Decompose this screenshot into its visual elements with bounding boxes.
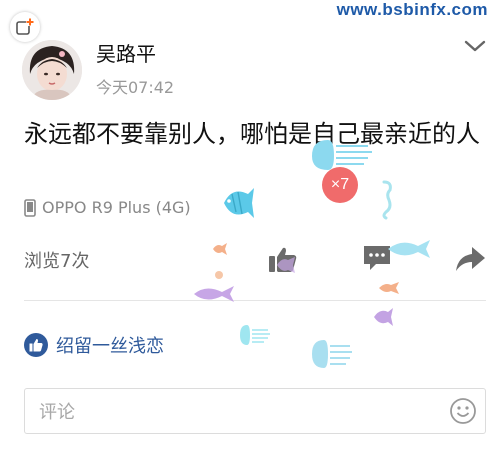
jellyfish-icon xyxy=(312,140,372,170)
post-content: 永远都不要靠别人，哪怕是自己最亲近的人 xyxy=(24,120,480,148)
view-count: 浏览7次 xyxy=(24,251,90,272)
fish-icon xyxy=(277,257,295,273)
divider xyxy=(24,300,486,301)
avatar[interactable] xyxy=(22,40,82,100)
emoji-button[interactable] xyxy=(449,397,477,429)
chevron-down-icon xyxy=(464,40,486,52)
liked-by-names[interactable]: 绍留一丝浅恋 xyxy=(56,332,164,358)
fish-icon xyxy=(224,188,254,218)
phone-icon xyxy=(24,198,36,217)
share-arrow-icon xyxy=(456,247,485,271)
fish-icon xyxy=(388,240,430,258)
watermark-text: www.bsbinfx.com xyxy=(336,0,488,19)
post-detail-page: www.bsbinfx.com 吴路平 今天07:42 永远都不要靠别人，哪怕是… xyxy=(0,0,500,455)
device-name: OPPO R9 Plus (4G) xyxy=(42,198,191,217)
fish-icon xyxy=(379,282,399,294)
fish-icon xyxy=(374,308,393,326)
seahorse-icon xyxy=(382,180,392,220)
bubble-icon xyxy=(215,271,223,279)
more-options-button[interactable] xyxy=(464,38,486,57)
jellyfish-icon xyxy=(312,340,352,368)
comment-field[interactable] xyxy=(24,388,486,435)
post-timestamp: 今天07:42 xyxy=(96,78,175,97)
username[interactable]: 吴路平 xyxy=(96,38,156,67)
comment-input[interactable] xyxy=(25,389,441,435)
smiley-icon xyxy=(450,398,476,424)
jellyfish-icon xyxy=(240,325,270,345)
share-button[interactable] xyxy=(454,245,486,277)
like-badge-icon xyxy=(24,333,48,357)
like-summary[interactable]: 绍留一丝浅恋 xyxy=(24,332,164,358)
add-button[interactable] xyxy=(10,12,40,42)
fish-icon xyxy=(194,286,234,302)
avatar-image xyxy=(22,40,82,100)
device-info: OPPO R9 Plus (4G) xyxy=(24,198,191,217)
fish-icon xyxy=(213,243,227,255)
add-plus-icon xyxy=(16,18,34,35)
